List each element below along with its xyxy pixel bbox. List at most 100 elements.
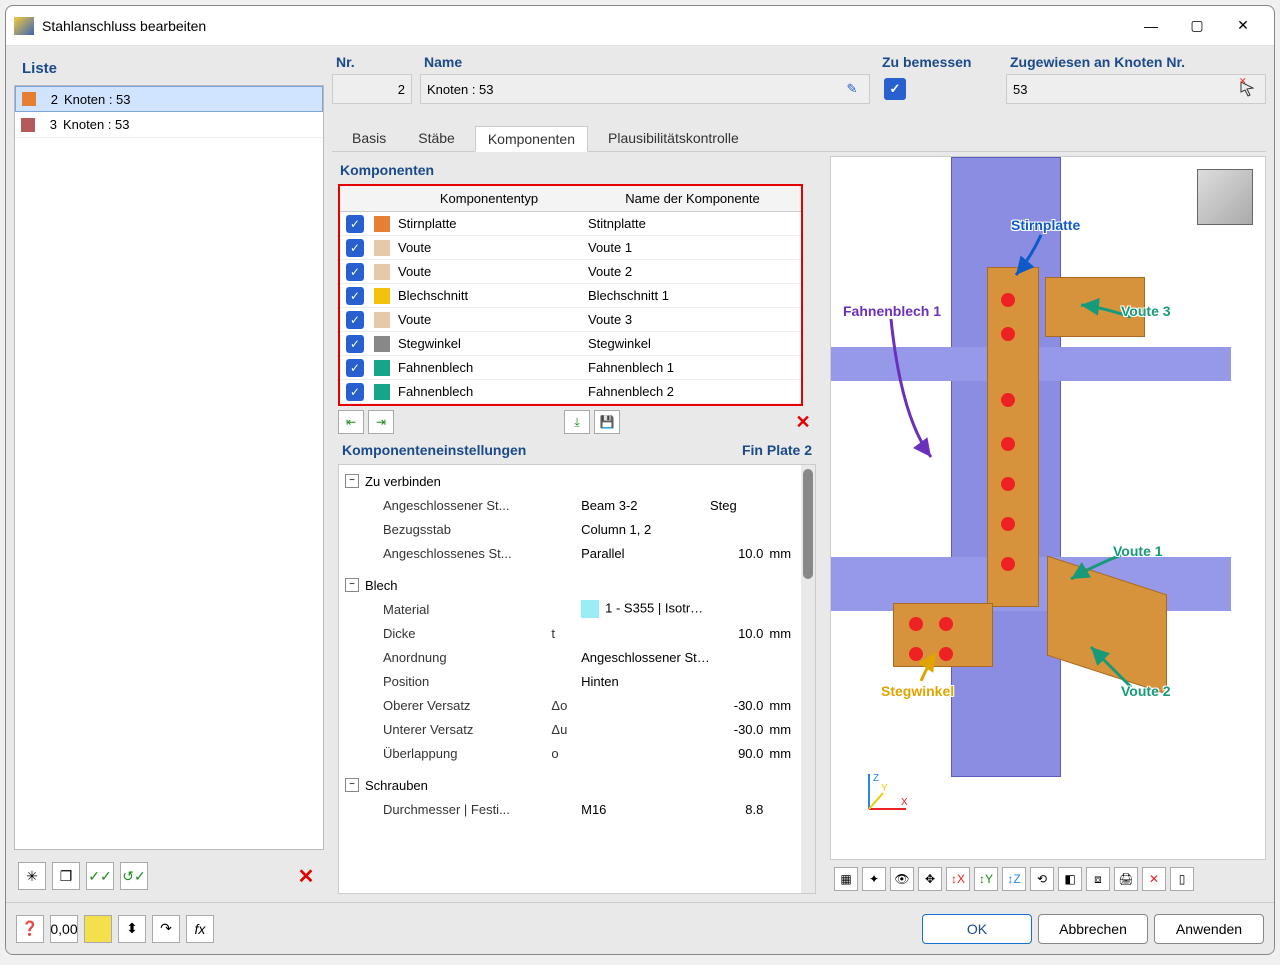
tabs: Basis Stäbe Komponenten Plausibilitätskontr… [332, 122, 1266, 152]
new-item-button[interactable]: ✳ [18, 862, 46, 890]
save-button[interactable]: 💾 [594, 410, 620, 434]
component-checkbox[interactable]: ✓ [346, 335, 364, 353]
tab-plausibilitätskontrolle[interactable]: Plausibilitätskontrolle [596, 126, 751, 151]
liste-row[interactable]: 2 Knoten : 53 [15, 86, 323, 112]
vt-panel[interactable]: ▯ [1170, 867, 1194, 891]
settings-row[interactable]: Material 1 - S355 | Isotrop | Linea... [345, 597, 809, 621]
nav-cube[interactable] [1197, 169, 1253, 225]
units-button[interactable]: 0,00 [50, 915, 78, 943]
nr-input[interactable]: 2 [332, 74, 412, 104]
vt-move[interactable]: ✥ [918, 867, 942, 891]
settings-row[interactable]: Angeschlossener St... Beam 3-2 Steg [345, 493, 809, 517]
component-checkbox[interactable]: ✓ [346, 311, 364, 329]
settings-scrollbar[interactable] [801, 465, 815, 893]
profiles-button[interactable]: ⬍ [118, 915, 146, 943]
3d-viewer[interactable]: Stirnplatte Fahnenblech 1 Voute 3 Voute 1 Vo… [830, 156, 1266, 860]
indent-left-button[interactable]: ⇤ [338, 410, 364, 434]
callout-label: Stirnplatte [1011, 217, 1080, 233]
callout-label: Fahnenblech 1 [843, 303, 941, 319]
settings-row[interactable]: Angeschlossenes St... Parallel 10.0 mm [345, 541, 809, 565]
component-row[interactable]: ✓ Voute Voute 1 [340, 236, 801, 260]
edit-name-icon[interactable]: ✎ [841, 78, 863, 100]
component-checkbox[interactable]: ✓ [346, 287, 364, 305]
component-row[interactable]: ✓ Voute Voute 3 [340, 308, 801, 332]
close-button[interactable]: ✕ [1220, 10, 1266, 42]
callout-label: Voute 1 [1113, 543, 1163, 559]
col-name: Name der Komponente [584, 191, 801, 206]
components-table: Komponententyp Name der Komponente ✓ Sti… [338, 184, 803, 406]
component-checkbox[interactable]: ✓ [346, 239, 364, 257]
settings-group[interactable]: −Schrauben [345, 773, 809, 797]
callout-label: Voute 2 [1121, 683, 1171, 699]
delete-component-button[interactable]: ✕ [790, 410, 816, 434]
settings-row[interactable]: Bezugsstab Column 1, 2 [345, 517, 809, 541]
check-all-button[interactable]: ✓✓ [86, 862, 114, 890]
callout-label: Voute 3 [1121, 303, 1171, 319]
fx-button[interactable]: fx [186, 915, 214, 943]
component-row[interactable]: ✓ Blechschnitt Blechschnitt 1 [340, 284, 801, 308]
refresh-checks-button[interactable]: ↺✓ [120, 862, 148, 890]
vt-z[interactable]: ↕Z [1002, 867, 1026, 891]
settings-row[interactable]: Oberer Versatz Δo -30.0 mm [345, 693, 809, 717]
vt-rotate[interactable]: ⟲ [1030, 867, 1054, 891]
settings-row[interactable]: Überlappung o 90.0 mm [345, 741, 809, 765]
col-type: Komponententyp [394, 191, 584, 206]
pick-node-icon[interactable]: ✕ [1237, 78, 1259, 100]
component-checkbox[interactable]: ✓ [346, 215, 364, 233]
settings-body[interactable]: −Zu verbindenAngeschlossener St... Beam … [338, 464, 816, 894]
components-header: Komponenten [332, 156, 822, 184]
tab-basis[interactable]: Basis [340, 126, 398, 151]
copy-item-button[interactable]: ❐ [52, 862, 80, 890]
vt-eye[interactable]: 👁 [890, 867, 914, 891]
liste-row[interactable]: 3 Knoten : 53 [15, 112, 323, 138]
component-row[interactable]: ✓ Stirnplatte Stitnplatte [340, 212, 801, 236]
settings-row[interactable]: Unterer Versatz Δu -30.0 mm [345, 717, 809, 741]
tab-stäbe[interactable]: Stäbe [406, 126, 467, 151]
ok-button[interactable]: OK [922, 914, 1032, 944]
settings-row[interactable]: Anordnung Angeschlossener Stab [345, 645, 809, 669]
component-row[interactable]: ✓ Stegwinkel Stegwinkel [340, 332, 801, 356]
import-button[interactable]: ⤓ [564, 410, 590, 434]
maximize-button[interactable]: ▢ [1174, 10, 1220, 42]
axes-gizmo: X Z Y [861, 769, 911, 819]
assigned-input[interactable]: 53 ✕ [1006, 74, 1266, 104]
component-row[interactable]: ✓ Voute Voute 2 [340, 260, 801, 284]
component-checkbox[interactable]: ✓ [346, 383, 364, 401]
component-checkbox[interactable]: ✓ [346, 263, 364, 281]
delete-item-button[interactable]: ✕ [292, 862, 320, 890]
nr-label: Nr. [332, 54, 412, 70]
titlebar: Stahlanschluss bearbeiten — ▢ ✕ [6, 6, 1274, 46]
settings-row[interactable]: Position Hinten [345, 669, 809, 693]
tab-komponenten[interactable]: Komponenten [475, 126, 588, 152]
vt-print[interactable]: 🖨 [1114, 867, 1138, 891]
settings-group[interactable]: −Blech [345, 573, 809, 597]
name-input[interactable]: Knoten : 53 ✎ [420, 74, 870, 104]
component-checkbox[interactable]: ✓ [346, 359, 364, 377]
vt-clear[interactable]: ✕ [1142, 867, 1166, 891]
svg-text:X: X [901, 797, 908, 808]
apply-button[interactable]: Anwenden [1154, 914, 1264, 944]
liste-body[interactable]: 2 Knoten : 53 3 Knoten : 53 [14, 85, 324, 850]
settings-header: Komponenteneinstellungen [342, 442, 526, 458]
vt-shade[interactable]: ◧ [1058, 867, 1082, 891]
vt-iso[interactable]: ⧈ [1086, 867, 1110, 891]
vt-axes[interactable]: ✦ [862, 867, 886, 891]
settings-group[interactable]: −Zu verbinden [345, 469, 809, 493]
vt-new-view[interactable]: ▦ [834, 867, 858, 891]
bemessen-checkbox[interactable]: ✓ [884, 78, 906, 100]
name-label: Name [420, 54, 870, 70]
settings-row[interactable]: Durchmesser | Festi... M16 8.8 [345, 797, 809, 821]
cancel-button[interactable]: Abbrechen [1038, 914, 1148, 944]
component-row[interactable]: ✓ Fahnenblech Fahnenblech 2 [340, 380, 801, 404]
component-row[interactable]: ✓ Fahnenblech Fahnenblech 1 [340, 356, 801, 380]
vt-y[interactable]: ↕Y [974, 867, 998, 891]
indent-right-button[interactable]: ⇥ [368, 410, 394, 434]
settings-row[interactable]: Dicke t 10.0 mm [345, 621, 809, 645]
help-button[interactable]: ❓ [16, 915, 44, 943]
settings-subject: Fin Plate 2 [742, 442, 812, 458]
load-button[interactable]: ↷ [152, 915, 180, 943]
vt-x[interactable]: ↕X [946, 867, 970, 891]
svg-text:Y: Y [881, 783, 888, 794]
minimize-button[interactable]: — [1128, 10, 1174, 42]
color-button[interactable] [84, 915, 112, 943]
